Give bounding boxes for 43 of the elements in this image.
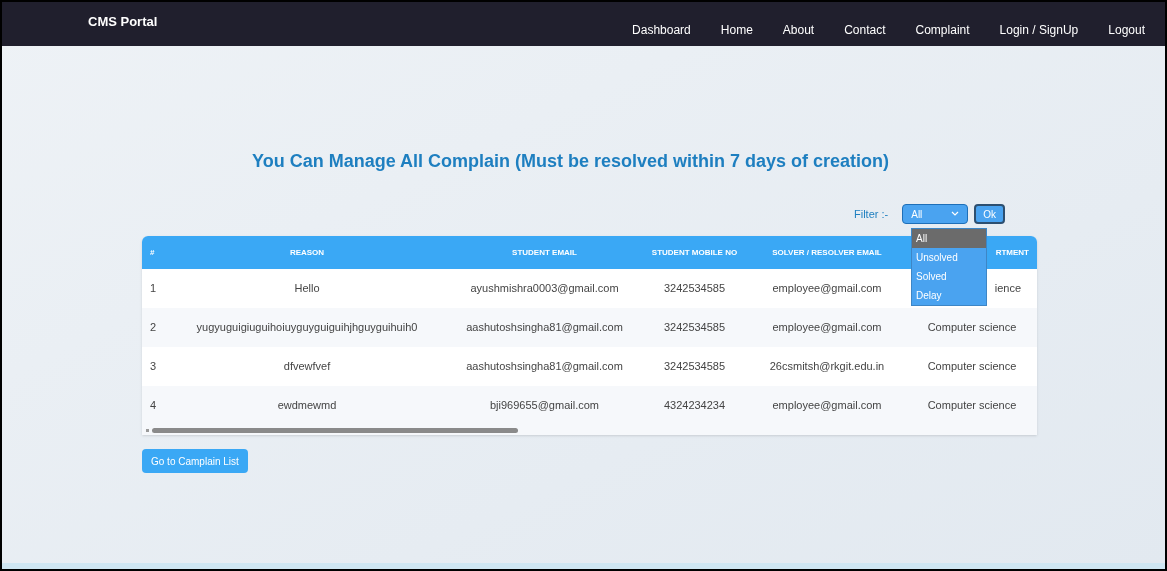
table-cell: Hello	[294, 282, 320, 295]
table-cell: employee@gmail.com	[772, 282, 882, 295]
table-cell: ayushmishra0003@gmail.com	[470, 282, 619, 295]
table-cell: employee@gmail.com	[772, 399, 882, 412]
chevron-icon	[951, 211, 960, 217]
table-cell: aashutoshsingha81@gmail.com	[466, 360, 623, 373]
table-cell: 3242534585	[663, 282, 726, 295]
table-cell: 4	[150, 399, 157, 412]
nav-link[interactable]: Home	[720, 21, 753, 39]
nav-link[interactable]: About	[782, 21, 815, 39]
column-header: STUDENT EMAIL	[512, 247, 577, 257]
table-cell: 3242534585	[663, 360, 726, 373]
table-cell: Computer science	[927, 399, 1017, 412]
nav-link[interactable]: Dashboard	[632, 21, 691, 39]
column-header: SOLVER / RESOLVER EMAIL	[772, 247, 882, 257]
column-header: REASON	[289, 247, 325, 257]
table-cell: 4324234234	[663, 399, 726, 412]
table-cell: yugyuguigiuguihoiuyguyguiguihjhguyguihuih0	[196, 321, 418, 334]
table-cell: dfvewfvef	[283, 360, 331, 373]
filter-label: Filter :-	[854, 206, 889, 222]
column-header: RTMENT	[995, 247, 1029, 257]
table-cell: 2	[150, 321, 157, 334]
nav-link[interactable]: Contact	[844, 21, 886, 39]
table-cell: 3242534585	[663, 321, 726, 334]
table-cell: Computer science	[927, 321, 1017, 334]
table-cell: 1	[150, 282, 157, 295]
table-cell: employee@gmail.com	[772, 321, 882, 334]
brand-logo[interactable]: CMS Portal	[88, 12, 158, 32]
nav-link[interactable]: Complaint	[915, 21, 970, 39]
nav-link[interactable]: Login / SignUp	[999, 21, 1079, 39]
nav-link[interactable]: Logout	[1108, 21, 1145, 39]
table-cell: bji969655@gmail.com	[490, 399, 599, 412]
table-cell: Computer science	[927, 360, 1017, 373]
table-cell: 26csmitsh@rkgit.edu.in	[769, 360, 885, 373]
table-cell: 3	[150, 360, 157, 373]
column-header: STUDENT MOBILE NO	[651, 247, 738, 257]
column-header: #	[150, 247, 155, 257]
scrollbar[interactable]	[142, 425, 1037, 435]
table-cell: aashutoshsingha81@gmail.com	[466, 321, 623, 334]
page-heading: You Can Manage All Complain (Must be resolved within 7 days of creation)	[252, 150, 891, 173]
table-cell: ewdmewmd	[277, 399, 337, 412]
table-cell: ience	[994, 282, 1021, 295]
dropdown-option[interactable]: All	[912, 229, 986, 248]
